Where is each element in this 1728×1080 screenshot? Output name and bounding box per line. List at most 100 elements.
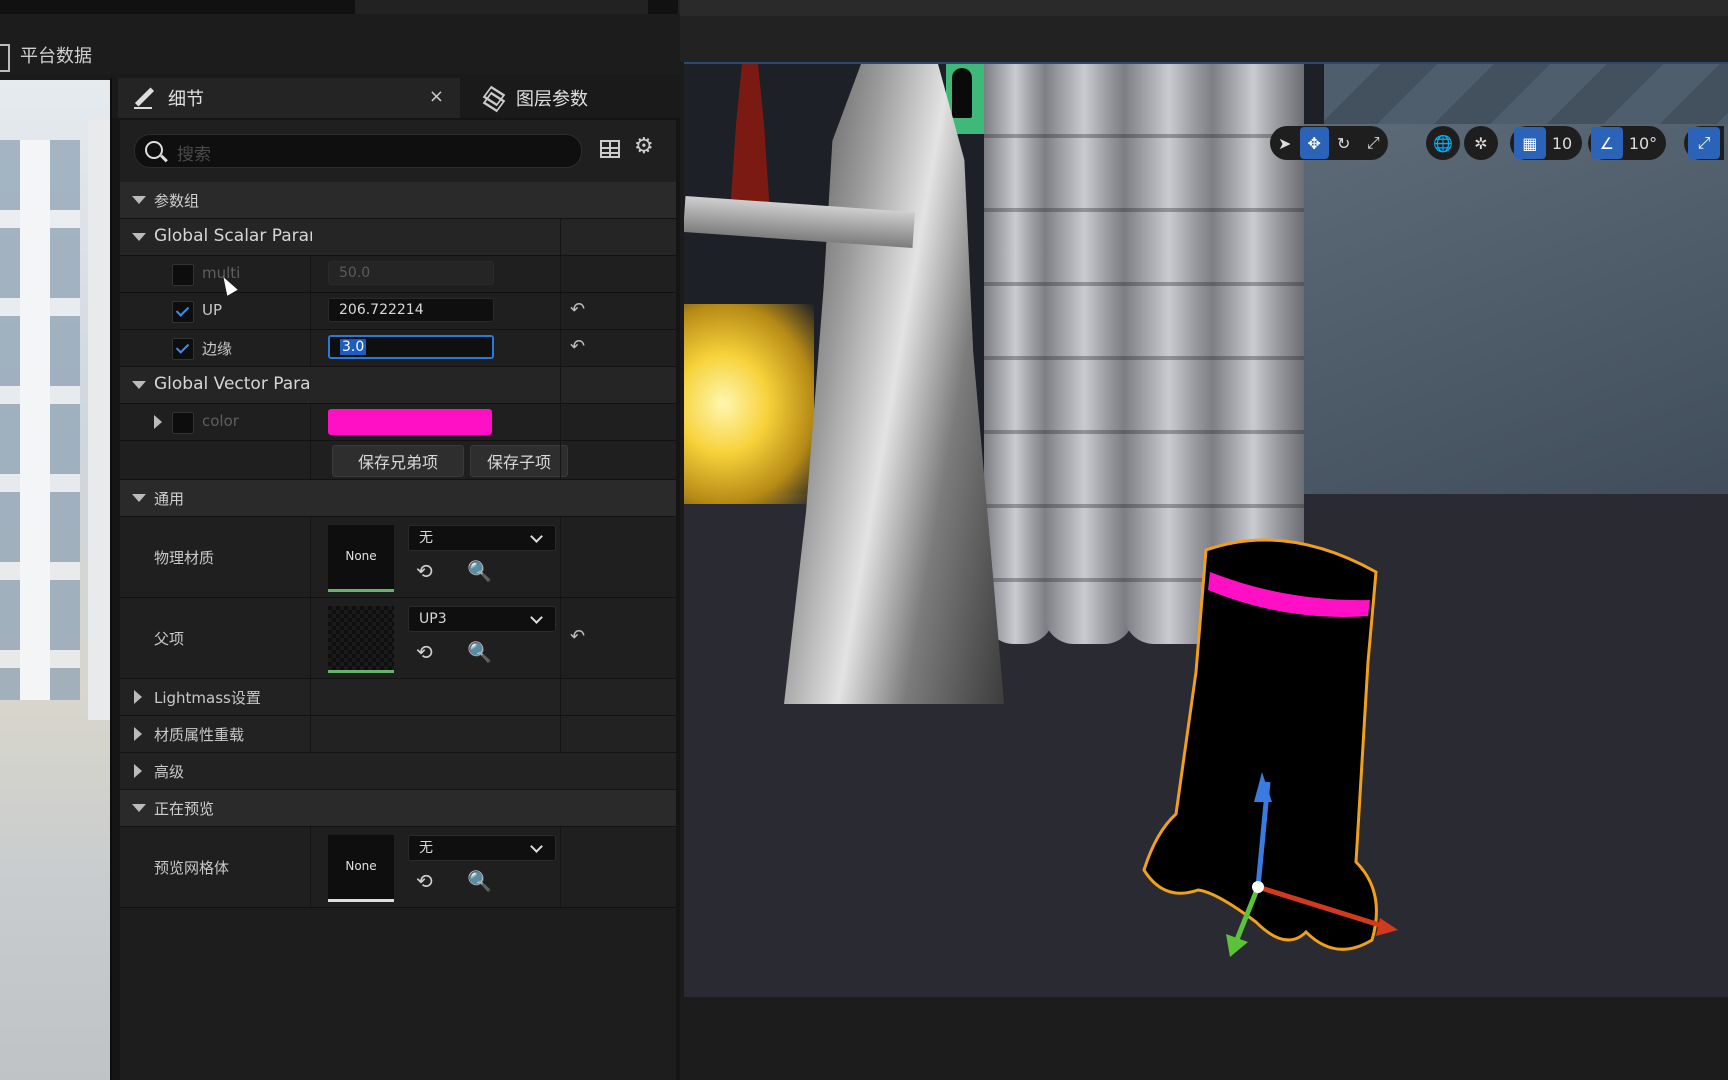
window-icon	[0, 44, 10, 72]
asset-action-icons[interactable]: ⟲ 🔍	[416, 640, 506, 664]
column-divider	[310, 679, 311, 715]
category-lightmass[interactable]: Lightmass设置	[120, 679, 676, 716]
param-value-field[interactable]: 50.0	[328, 261, 494, 285]
dropdown-value: 无	[419, 530, 433, 546]
prop-label: 父项	[154, 630, 185, 648]
group-global-scalar[interactable]: Global Scalar Param	[120, 219, 676, 256]
asset-action-icons[interactable]: ⟲ 🔍	[416, 559, 506, 583]
window-title: 平台数据	[20, 46, 92, 67]
expand-arrow-icon	[134, 727, 142, 741]
prop-label: 预览网格体	[154, 859, 230, 877]
expand-arrow-icon[interactable]	[154, 415, 162, 429]
category-previewing[interactable]: 正在预览	[120, 790, 676, 827]
level-viewport[interactable]: ➤ ✥ ↻ ⤢ 🌐 ✲ ▦ 10 ∠ 10° ⤢	[680, 0, 1728, 1080]
param-value-field[interactable]: 206.722214	[328, 298, 494, 322]
expand-arrow-icon	[134, 764, 142, 778]
search-placeholder: 搜索	[177, 145, 211, 165]
top-tab-left[interactable]	[0, 0, 355, 14]
panel-tab-bar: 细节 × 图层参数	[112, 78, 682, 118]
angle-snap-control[interactable]: ∠ 10°	[1588, 126, 1666, 160]
category-general[interactable]: 通用	[120, 480, 676, 517]
param-enable-checkbox[interactable]	[172, 338, 194, 360]
reset-to-default-icon[interactable]: ↶	[570, 299, 585, 320]
top-tab-right[interactable]	[648, 0, 678, 14]
column-divider	[560, 330, 561, 366]
prop-row-preview-mesh: 预览网格体 None 无 ⟲ 🔍	[120, 827, 676, 908]
save-siblings-button[interactable]: 保存兄弟项	[332, 445, 464, 477]
pillar	[1044, 64, 1134, 644]
save-children-button[interactable]: 保存子项	[470, 445, 568, 477]
scale-snap-control[interactable]: ⤢	[1684, 126, 1724, 160]
asset-thumbnail[interactable]	[328, 606, 394, 673]
search-input[interactable]: 搜索	[134, 134, 582, 168]
param-enable-checkbox[interactable]	[172, 264, 194, 286]
prop-row-parent: 父项 UP3 ⟲ 🔍 ↶	[120, 598, 676, 679]
param-value-field-focused[interactable]: 3.0	[328, 335, 494, 359]
background-photo	[0, 80, 110, 1080]
grid-snap-control[interactable]: ▦ 10	[1510, 126, 1582, 160]
world-local-toggle[interactable]: 🌐	[1426, 126, 1460, 160]
category-label: 高级	[154, 763, 185, 781]
grid-icon: ▦	[1513, 127, 1546, 159]
column-divider	[310, 517, 311, 597]
surface-snap-toggle[interactable]: ✲	[1464, 126, 1498, 160]
category-label: Lightmass设置	[154, 689, 261, 707]
column-divider	[310, 404, 311, 440]
group-label: Global Scalar Param	[154, 226, 312, 246]
thumbnail-label: None	[345, 549, 377, 563]
group-global-vector[interactable]: Global Vector Param	[120, 367, 676, 404]
asset-action-icons[interactable]: ⟲ 🔍	[416, 869, 506, 893]
selected-text: 3.0	[340, 339, 367, 355]
thumbnail-label: None	[345, 859, 377, 873]
scene-view[interactable]: ➤ ✥ ↻ ⤢ 🌐 ✲ ▦ 10 ∠ 10° ⤢	[684, 62, 1728, 999]
asset-thumbnail[interactable]: None	[328, 525, 394, 592]
asset-thumbnail[interactable]: None	[328, 835, 394, 902]
column-divider	[560, 517, 561, 597]
category-advanced[interactable]: 高级	[120, 753, 676, 790]
param-name: color	[202, 412, 239, 430]
asset-dropdown[interactable]: 无	[408, 835, 556, 861]
rotate-mode-icon[interactable]: ↻	[1329, 127, 1359, 159]
table-view-icon[interactable]	[600, 140, 620, 158]
reset-to-default-icon[interactable]: ↶	[570, 626, 585, 647]
scale-mode-icon[interactable]: ⤢	[1359, 127, 1389, 159]
param-enable-checkbox[interactable]	[172, 301, 194, 323]
title-bar: 平台数据	[0, 14, 680, 74]
param-row-multi: multi 50.0	[120, 256, 676, 293]
layers-icon	[482, 85, 506, 113]
tab-details-label: 细节	[168, 89, 204, 110]
column-divider	[310, 827, 311, 907]
expand-arrow-icon	[132, 804, 146, 812]
save-buttons-row: 保存兄弟项 保存子项	[120, 441, 676, 480]
asset-dropdown[interactable]: 无	[408, 525, 556, 551]
param-name: UP	[202, 301, 223, 319]
group-label: Global Vector Param	[154, 374, 312, 394]
select-mode-icon[interactable]: ➤	[1270, 127, 1300, 159]
column-divider	[310, 598, 311, 678]
column-divider	[310, 716, 311, 752]
param-enable-checkbox[interactable]	[172, 412, 194, 434]
category-label: 正在预览	[154, 800, 215, 818]
color-swatch[interactable]	[328, 409, 492, 435]
column-divider	[560, 827, 561, 907]
move-mode-icon[interactable]: ✥	[1299, 127, 1329, 159]
selected-mesh-outline	[1142, 538, 1398, 957]
asset-dropdown[interactable]: UP3	[408, 606, 556, 632]
category-label: 通用	[154, 490, 185, 508]
selected-mesh[interactable]	[1136, 532, 1436, 972]
scene-wall	[1244, 124, 1728, 544]
category-param-group[interactable]: 参数组	[120, 182, 676, 219]
reset-to-default-icon[interactable]: ↶	[570, 336, 585, 357]
expand-arrow-icon	[132, 494, 146, 502]
category-material-override[interactable]: 材质属性重载	[120, 716, 676, 753]
gear-icon[interactable]: ⚙	[634, 136, 654, 158]
chevron-down-icon	[530, 530, 543, 543]
tab-layer-params[interactable]: 图层参数	[472, 78, 672, 118]
column-divider	[310, 330, 311, 366]
param-row-up: UP 206.722214 ↶	[120, 293, 676, 330]
param-name: 边缘	[202, 340, 233, 358]
search-row: 搜索 ⚙	[120, 120, 676, 182]
tab-details[interactable]: 细节 ×	[118, 78, 460, 118]
building-column	[20, 140, 50, 700]
close-tab-icon[interactable]: ×	[429, 86, 444, 107]
